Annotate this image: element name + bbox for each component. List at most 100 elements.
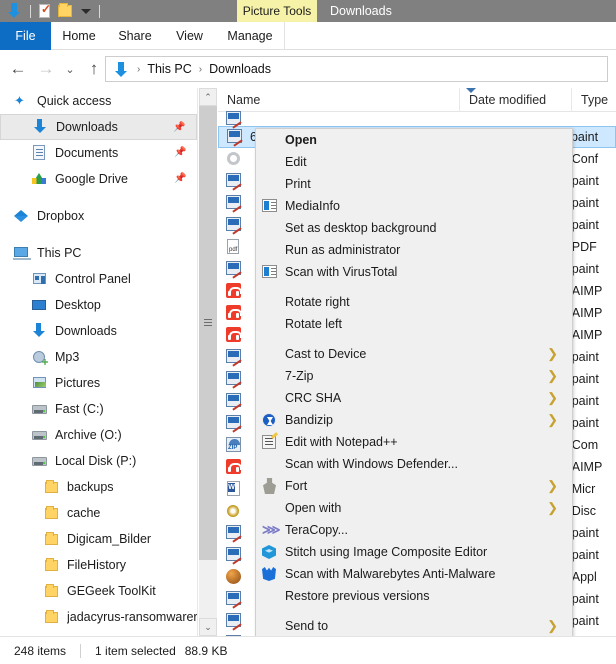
forward-button[interactable]: → <box>32 54 60 84</box>
new-folder-icon[interactable] <box>55 1 75 21</box>
menu-item-send-to[interactable]: Send to ❯ <box>256 615 572 637</box>
pin-icon[interactable]: 📌 <box>174 172 187 185</box>
menu-item-fort[interactable]: Fort ❯ <box>256 475 572 497</box>
sidebar-item-local-disk-p[interactable]: Local Disk (P:) <box>0 448 197 474</box>
menu-item-edit-with-notepad[interactable]: Edit with Notepad++ <box>256 431 572 453</box>
sidebar-item-jadacyrus-ransomwarerer[interactable]: jadacyrus-ransomwarerer <box>0 604 197 630</box>
scrollbar-thumb[interactable] <box>199 106 217 560</box>
app-icon <box>224 568 244 586</box>
sidebar-item-digicam-bilder[interactable]: Digicam_Bilder <box>0 526 197 552</box>
breadcrumb-item-this-pc[interactable]: This PC <box>147 62 191 76</box>
sidebar-item-downloads[interactable]: Downloads 📌 <box>0 114 197 140</box>
breadcrumb-item-downloads[interactable]: Downloads <box>209 62 271 76</box>
menu-item-bandizip[interactable]: Bandizip ❯ <box>256 409 572 431</box>
sidebar-item-gegeek-toolkit[interactable]: GEGeek ToolKit <box>0 578 197 604</box>
tab-share-label: Share <box>118 29 152 43</box>
menu-item-no-icon <box>260 176 280 192</box>
tab-share[interactable]: Share <box>107 22 163 50</box>
contextual-tab-picture-tools[interactable]: Picture Tools <box>237 0 317 22</box>
menu-item-label: Restore previous versions <box>285 589 430 603</box>
menu-item-teracopy[interactable]: ⋙ TeraCopy... <box>256 519 572 541</box>
menu-item-set-as-desktop-background[interactable]: Set as desktop background <box>256 217 572 239</box>
sidebar-item-fast-c[interactable]: Fast (C:) <box>0 396 197 422</box>
up-button[interactable]: ↑ <box>80 54 108 84</box>
sidebar-item-cache[interactable]: cache <box>0 500 197 526</box>
menu-item-cast-to-device[interactable]: Cast to Device ❯ <box>256 343 572 365</box>
menu-item-stitch-using-image-composite-editor[interactable]: Stitch using Image Composite Editor <box>256 541 572 563</box>
status-selection: 1 item selected <box>95 643 176 658</box>
file-type-cell: paint <box>571 592 599 606</box>
sidebar-item-documents[interactable]: Documents 📌 <box>0 140 197 166</box>
breadcrumb[interactable]: › This PC › Downloads <box>105 56 608 82</box>
menu-item-print[interactable]: Print <box>256 173 572 195</box>
menu-item-restore-previous-versions[interactable]: Restore previous versions <box>256 585 572 607</box>
paint-icon <box>224 392 244 410</box>
folder-icon <box>42 608 60 626</box>
sidebar-item-dropbox[interactable]: Dropbox <box>0 203 197 229</box>
sidebar-item-label: Dropbox <box>37 209 85 223</box>
back-button[interactable]: ← <box>4 54 32 84</box>
file-type-cell: paint <box>571 372 599 386</box>
column-header-date-label: Date modified <box>469 92 547 107</box>
table-row[interactable] <box>218 111 616 126</box>
menu-item-7-zip[interactable]: 7-Zip ❯ <box>256 365 572 387</box>
recent-locations-chevron-icon[interactable]: ⌄ <box>60 54 80 84</box>
pin-icon[interactable]: 📌 <box>174 146 187 159</box>
menu-item-label: TeraCopy... <box>285 523 348 537</box>
tab-file[interactable]: File <box>0 22 51 50</box>
sidebar-item-downloads[interactable]: Downloads <box>0 318 197 344</box>
sidebar-item-label: Downloads <box>55 324 117 338</box>
sidebar-item-pictures[interactable]: Pictures <box>0 370 197 396</box>
sidebar-item-google-drive[interactable]: Google Drive 📌 <box>0 166 197 192</box>
pin-icon[interactable]: 📌 <box>173 121 186 134</box>
menu-item-open[interactable]: Open <box>256 129 572 151</box>
menu-item-label: Edit <box>285 155 307 169</box>
menu-item-run-as-administrator[interactable]: Run as administrator <box>256 239 572 261</box>
sidebar-item-desktop[interactable]: Desktop <box>0 292 197 318</box>
file-type-cell: paint <box>570 130 599 144</box>
menu-item-rotate-left[interactable]: Rotate left <box>256 313 572 335</box>
sidebar-item-quick-access[interactable]: ✦ Quick access <box>0 88 197 114</box>
menu-item-label: Rotate right <box>285 295 350 309</box>
column-header-name[interactable]: Name <box>218 88 459 112</box>
sidebar-item-filehistory[interactable]: FileHistory <box>0 552 197 578</box>
menu-item-crc-sha[interactable]: CRC SHA ❯ <box>256 387 572 409</box>
customize-chevron-icon[interactable] <box>75 1 95 21</box>
quick-access-toolbar <box>0 0 104 22</box>
sidebar-item-this-pc[interactable]: This PC <box>0 240 197 266</box>
breadcrumb-separator-1[interactable]: › <box>199 64 202 75</box>
aimp-icon <box>224 304 244 322</box>
menu-item-scan-with-windows-defender[interactable]: Scan with Windows Defender... <box>256 453 572 475</box>
sidebar-item-label: FileHistory <box>67 558 127 572</box>
menu-item-open-with[interactable]: Open with ❯ <box>256 497 572 519</box>
scroll-up-arrow-icon[interactable]: ⌃ <box>199 88 217 106</box>
tab-manage[interactable]: Manage <box>216 22 284 50</box>
menu-item-label: Print <box>285 177 311 191</box>
tab-home[interactable]: Home <box>51 22 107 50</box>
menu-item-mediainfo[interactable]: MediaInfo <box>256 195 572 217</box>
breadcrumb-separator-0[interactable]: › <box>137 64 140 75</box>
menu-item-label: Open with <box>285 501 342 515</box>
sidebar-item-mp3[interactable]: Mp3 <box>0 344 197 370</box>
tab-view[interactable]: View <box>163 22 216 50</box>
properties-icon[interactable] <box>35 1 55 21</box>
sidebar-item-archive-o[interactable]: Archive (O:) <box>0 422 197 448</box>
gear-icon <box>224 150 244 168</box>
navigation-pane-scrollbar[interactable]: ⌃ ⌄ <box>199 88 217 636</box>
menu-item-scan-with-virustotal[interactable]: Scan with VirusTotal <box>256 261 572 283</box>
file-type-cell: AIMP <box>571 306 603 320</box>
file-type-cell: AIMP <box>571 460 603 474</box>
menu-item-label: Bandizip <box>285 413 333 427</box>
sidebar-item-label: Mp3 <box>55 350 80 364</box>
menu-item-scan-with-malwarebytes-anti-malware[interactable]: Scan with Malwarebytes Anti-Malware <box>256 563 572 585</box>
menu-item-rotate-right[interactable]: Rotate right <box>256 291 572 313</box>
menu-separator <box>256 335 572 343</box>
scroll-down-arrow-icon[interactable]: ⌄ <box>199 618 217 636</box>
sidebar-item-control-panel[interactable]: Control Panel <box>0 266 197 292</box>
sidebar-item-backups[interactable]: backups <box>0 474 197 500</box>
menu-item-edit[interactable]: Edit <box>256 151 572 173</box>
paint-icon <box>224 524 244 542</box>
column-header-type[interactable]: Type <box>571 88 616 112</box>
downloads-arrow-icon[interactable] <box>6 1 26 21</box>
file-type-cell: Disc <box>571 504 597 518</box>
